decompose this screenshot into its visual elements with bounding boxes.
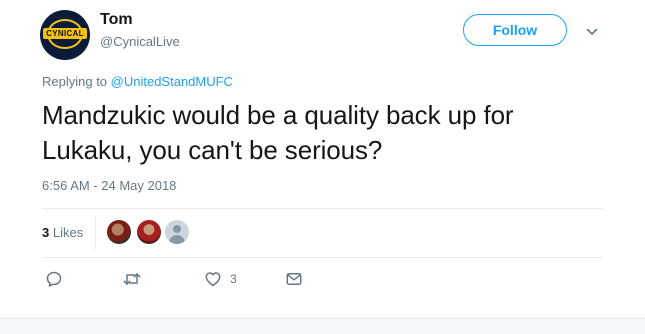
chevron-down-icon[interactable]	[586, 25, 598, 37]
divider	[95, 216, 96, 249]
reply-icon	[45, 270, 63, 288]
envelope-icon	[285, 270, 303, 288]
like-count: 3	[230, 272, 237, 286]
reply-button[interactable]	[45, 270, 63, 288]
author-handle[interactable]: @CynicalLive	[100, 34, 180, 49]
replying-to: Replying to @UnitedStandMUFC	[42, 74, 233, 89]
like-button[interactable]: 3	[204, 270, 237, 288]
likes-count: 3	[42, 225, 50, 240]
avatar-logo-text: CYNICAL	[43, 27, 87, 39]
direct-message-button[interactable]	[285, 270, 303, 288]
replying-to-prefix: Replying to	[42, 74, 111, 89]
timeline-background	[0, 318, 645, 334]
avatar[interactable]: CYNICAL	[40, 10, 90, 60]
likes-label: Likes	[52, 225, 84, 240]
tweet-text: Mandzukic would be a quality back up for…	[42, 100, 514, 165]
likes-stat[interactable]: 3 Likes	[42, 225, 83, 240]
heart-icon	[204, 270, 222, 288]
liker-avatar[interactable]	[107, 220, 131, 244]
liker-avatar[interactable]	[137, 220, 161, 244]
tweet-timestamp[interactable]: 6:56 AM - 24 May 2018	[42, 178, 176, 193]
retweet-button[interactable]	[122, 270, 142, 288]
divider	[42, 257, 603, 258]
author-name[interactable]: Tom	[100, 11, 133, 29]
retweet-icon	[122, 270, 142, 288]
liker-avatar-default[interactable]	[165, 220, 189, 244]
divider	[42, 208, 603, 209]
follow-button[interactable]: Follow	[463, 14, 567, 46]
reply-mention-link[interactable]: @UnitedStandMUFC	[111, 74, 233, 89]
